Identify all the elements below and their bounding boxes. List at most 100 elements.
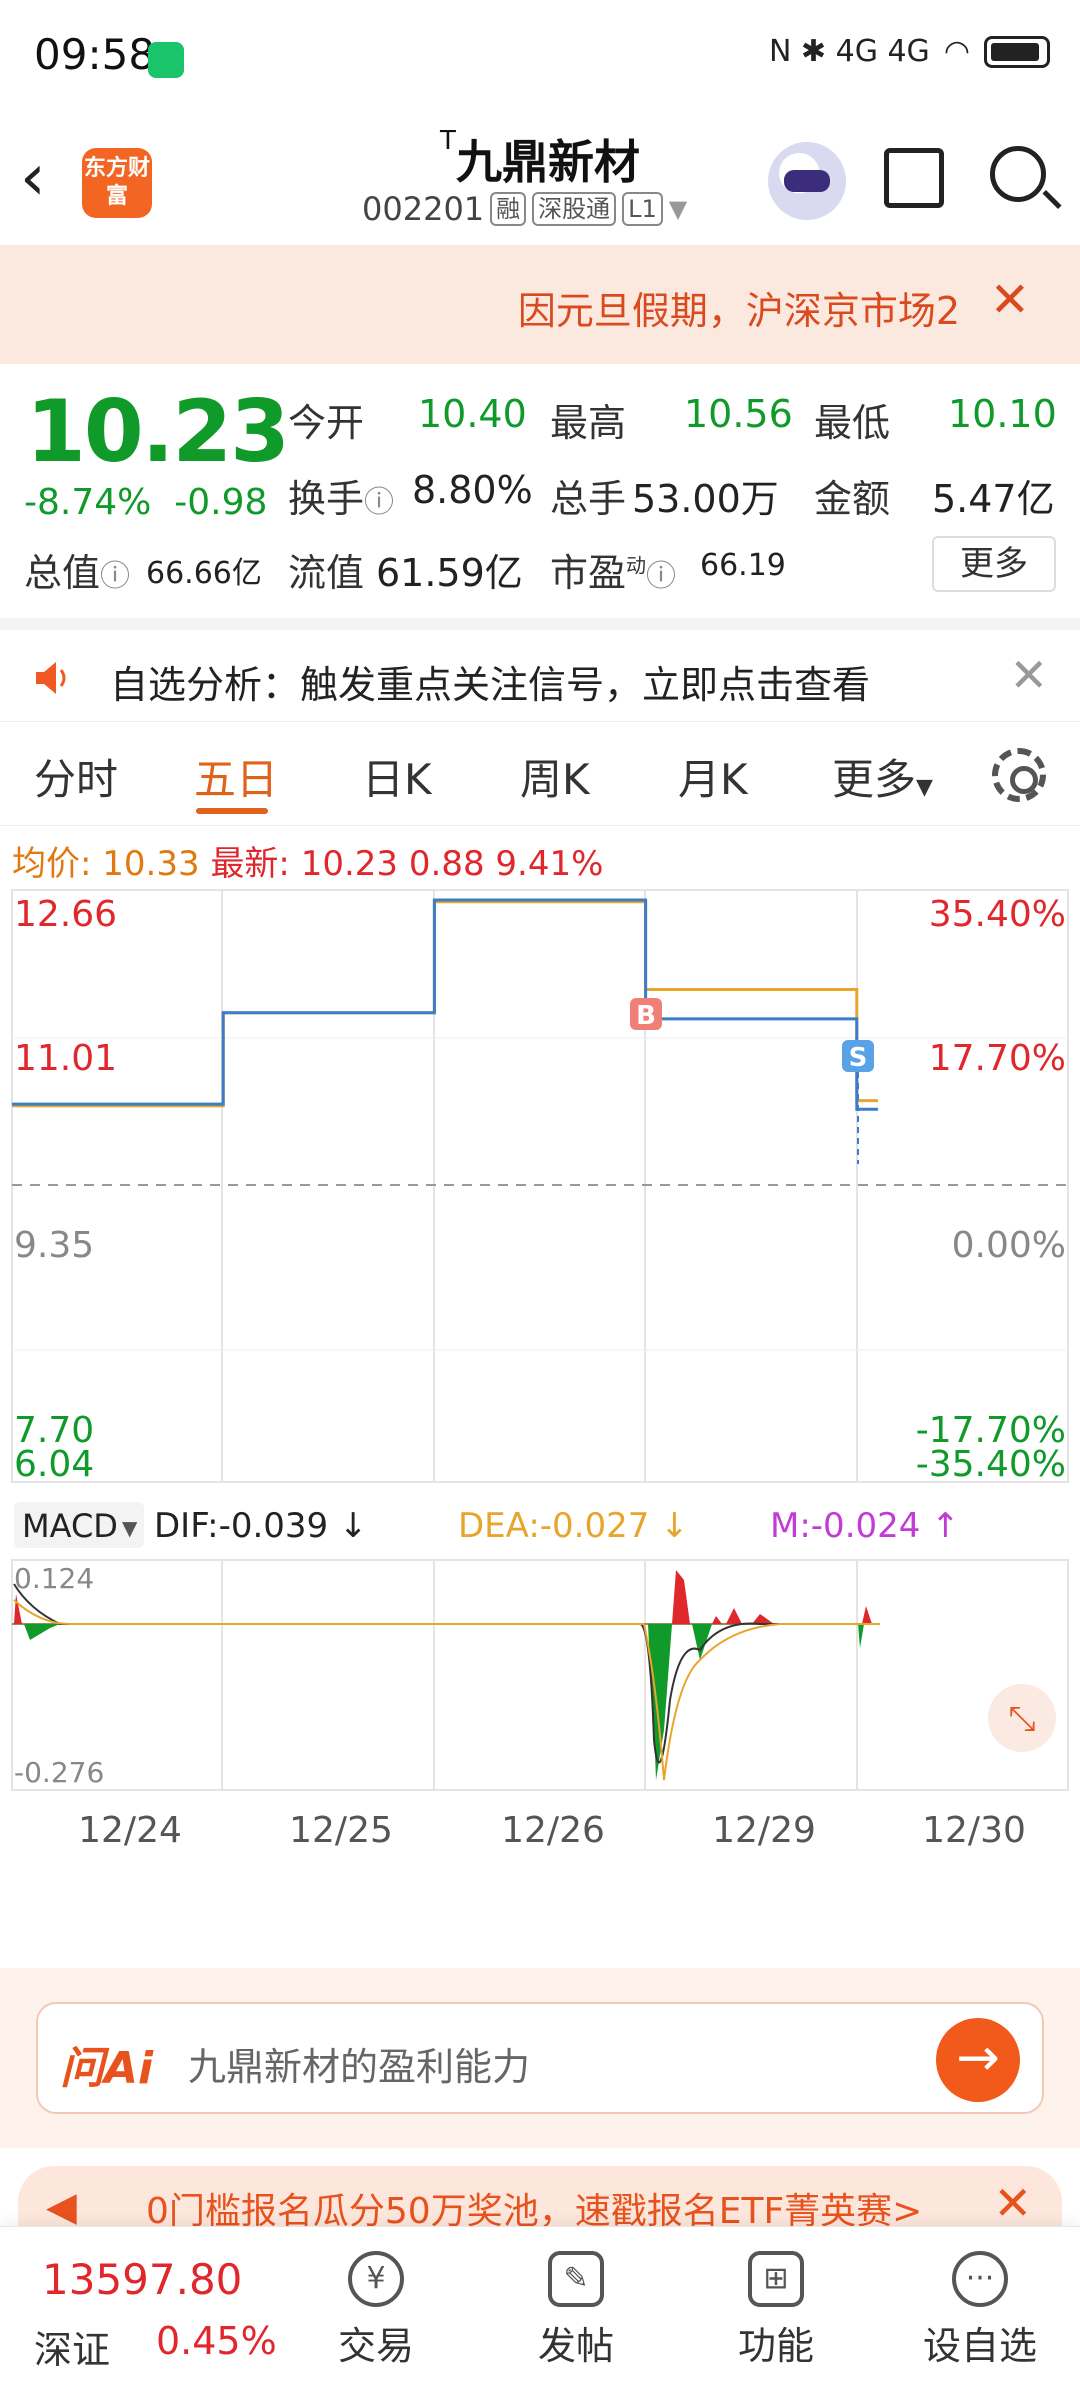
macd-tick-top: 0.124 bbox=[14, 1562, 94, 1595]
more-dots-icon: ··· bbox=[952, 2251, 1008, 2307]
index-value[interactable]: 13597.80 bbox=[42, 2255, 242, 2304]
macd-dea-text: DEA:-0.027 bbox=[458, 1506, 649, 1546]
macd-histogram bbox=[14, 1570, 872, 1780]
volume-label: 总手 bbox=[550, 477, 627, 521]
volume-value: 53.00万 bbox=[632, 477, 779, 521]
mktcap-label: 总值ⓘ bbox=[24, 542, 130, 597]
tab-monthly-k[interactable]: 月K bbox=[678, 746, 748, 807]
status-bar: 09:58 N ✱ 4G 4G ◠ bbox=[0, 0, 1080, 110]
nav-post[interactable]: ✎ 发帖 bbox=[496, 2241, 656, 2370]
macd-m: M:-0.024 ↑ bbox=[770, 1506, 960, 1546]
pe-sup: 动 bbox=[626, 553, 647, 578]
series-points bbox=[117, 899, 878, 1110]
ask-ai-input[interactable]: 问Ai 九鼎新材的盈利能力 → bbox=[36, 2002, 1044, 2114]
latest-chg: 0.88 bbox=[408, 844, 485, 884]
float-label: 流值 bbox=[288, 551, 365, 595]
pct-tick-5: -35.40% bbox=[916, 1444, 1066, 1485]
quote-panel: 10.23 -8.74% -0.98 今开 10.40 最高 10.56 最低 … bbox=[0, 364, 1080, 614]
tab-daily-k[interactable]: 日K bbox=[362, 746, 432, 807]
sell-marker[interactable]: S bbox=[842, 1040, 874, 1073]
pe-label: 市盈动ⓘ bbox=[550, 542, 676, 597]
bottom-nav: 13597.80 深证 0.45% ¥ 交易 ✎ 发帖 ⊞ 功能 ··· 设自选 bbox=[0, 2226, 1080, 2400]
info-icon[interactable]: ⓘ bbox=[364, 485, 394, 520]
index-name: 深证 bbox=[34, 2328, 111, 2372]
stock-subtitle[interactable]: 002201 融 深股通 L1 ▼ bbox=[362, 190, 687, 228]
macd-dea: DEA:-0.027 ↓ bbox=[458, 1506, 689, 1546]
latest-label: 最新: bbox=[210, 844, 290, 884]
pct-tick-3: 0.00% bbox=[952, 1225, 1066, 1266]
price-change: -8.74% -0.98 bbox=[24, 482, 267, 523]
ask-ai-section: 问Ai 九鼎新材的盈利能力 → bbox=[0, 1968, 1080, 2148]
price-tick-2: 11.01 bbox=[14, 1038, 117, 1079]
caret-down-icon: ▼ bbox=[916, 775, 933, 800]
battery-icon bbox=[984, 35, 1050, 68]
active-tab-indicator bbox=[196, 808, 268, 814]
status-time: 09:58 bbox=[34, 30, 156, 79]
app-indicator-icon bbox=[148, 42, 184, 78]
sell-marker-label: S bbox=[849, 1043, 868, 1073]
buy-marker[interactable]: B bbox=[630, 998, 662, 1031]
robot-assistant-icon[interactable] bbox=[768, 142, 846, 220]
notice-text: 因元旦假期，沪深京市场2 bbox=[517, 289, 960, 333]
more-button[interactable]: 更多 bbox=[932, 536, 1056, 592]
caret-down-icon: ▼ bbox=[122, 1516, 138, 1540]
caret-down-icon: ▼ bbox=[668, 195, 688, 223]
macd-tick-bottom: -0.276 bbox=[14, 1756, 104, 1789]
pe-label-text: 市盈 bbox=[550, 551, 627, 595]
close-icon[interactable]: ✕ bbox=[1009, 648, 1048, 702]
nav-functions-label: 功能 bbox=[737, 2324, 814, 2368]
macd-dif-text: DIF:-0.039 bbox=[154, 1506, 328, 1546]
five-day-chart[interactable]: 12.66 11.01 9.35 7.70 6.04 35.40% 17.70%… bbox=[0, 880, 1080, 1970]
share-icon[interactable] bbox=[884, 148, 944, 208]
close-icon[interactable]: ✕ bbox=[985, 2176, 1032, 2230]
tab-intraday[interactable]: 分时 bbox=[34, 746, 118, 807]
series-avg-line bbox=[12, 900, 878, 1108]
turnover-label-text: 换手 bbox=[288, 477, 365, 521]
series-price-line bbox=[12, 898, 878, 1111]
gear-icon[interactable] bbox=[992, 748, 1046, 802]
analysis-banner[interactable]: 自选分析：触发重点关注信号，立即点击查看 ✕ bbox=[0, 618, 1080, 722]
amount-value: 5.47亿 bbox=[932, 477, 1055, 521]
macd-dividers bbox=[221, 1560, 858, 1790]
tab-weekly-k[interactable]: 周K bbox=[520, 746, 590, 807]
megaphone-icon: ◀ bbox=[46, 2184, 77, 2230]
high-value: 10.56 bbox=[684, 392, 793, 436]
grid-icon: ⊞ bbox=[748, 2251, 804, 2307]
nav-trade[interactable]: ¥ 交易 bbox=[296, 2241, 456, 2370]
macd-m-text: M:-0.024 bbox=[770, 1506, 920, 1546]
pct-tick-2: 17.70% bbox=[929, 1038, 1066, 1079]
holiday-notice[interactable]: 因元旦假期，沪深京市场2 ✕ bbox=[0, 246, 1080, 364]
title-prefix: T bbox=[440, 126, 456, 156]
amount-label: 金额 bbox=[814, 477, 891, 521]
macd-dea-line bbox=[13, 1599, 880, 1781]
nav-post-label: 发帖 bbox=[537, 2324, 614, 2368]
info-icon[interactable]: ⓘ bbox=[646, 559, 676, 594]
arrow-right-icon[interactable]: → bbox=[936, 2018, 1020, 2102]
low-value: 10.10 bbox=[948, 392, 1057, 436]
latest-value: 10.23 bbox=[300, 844, 399, 884]
speaker-icon bbox=[36, 662, 66, 694]
stock-code: 002201 bbox=[362, 190, 485, 228]
tab-more[interactable]: 更多▼ bbox=[832, 746, 933, 807]
tab-five-day[interactable]: 五日 bbox=[194, 746, 278, 807]
search-icon[interactable] bbox=[990, 146, 1046, 202]
change-pct: -8.74% bbox=[24, 482, 152, 523]
wifi-icon: ◠ bbox=[943, 34, 970, 69]
macd-panel-frame bbox=[11, 1559, 1069, 1791]
avg-value: 10.33 bbox=[102, 844, 200, 884]
nav-functions[interactable]: ⊞ 功能 bbox=[696, 2241, 856, 2370]
close-icon[interactable]: ✕ bbox=[990, 272, 1030, 328]
date-tick-5: 12/30 bbox=[922, 1810, 1026, 1851]
macd-label: MACD bbox=[22, 1507, 118, 1545]
info-icon[interactable]: ⓘ bbox=[100, 559, 130, 594]
nav-watchlist[interactable]: ··· 设自选 bbox=[900, 2241, 1060, 2370]
chart-info-line: 均价: 10.33 最新: 10.23 0.88 9.41% bbox=[12, 836, 603, 885]
expand-icon: ⤡ bbox=[1008, 1699, 1035, 1739]
high-label: 最高 bbox=[550, 401, 627, 445]
margin-tag: 融 bbox=[490, 192, 527, 226]
connect-tag: 深股通 bbox=[532, 192, 617, 226]
mktcap-value: 66.66亿 bbox=[146, 556, 262, 591]
low-label: 最低 bbox=[814, 401, 891, 445]
price-tick-5: 6.04 bbox=[14, 1444, 94, 1485]
stock-name: 九鼎新材 bbox=[455, 135, 640, 189]
